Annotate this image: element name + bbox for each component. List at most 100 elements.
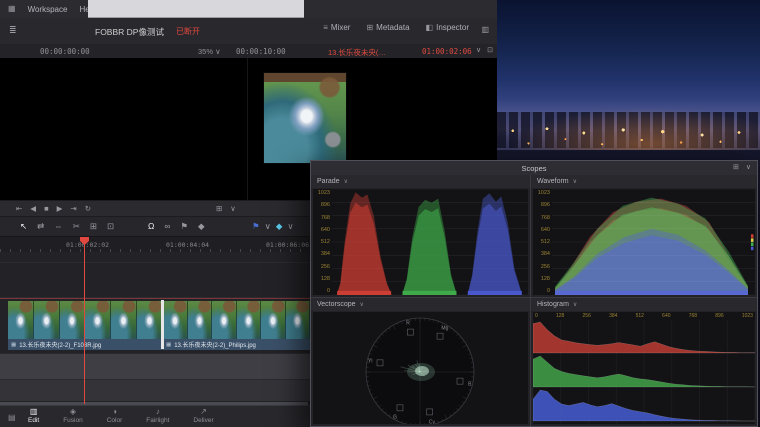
tab-fusion[interactable]: ◈ Fusion: [63, 407, 83, 425]
level-label: 768: [320, 214, 330, 221]
flag-icon[interactable]: ⚑: [180, 222, 188, 231]
viewer-mode-icon[interactable]: ∨: [230, 205, 236, 213]
vectorscope-header[interactable]: Vectorscope ∨: [311, 298, 530, 311]
scopes-layout-icon[interactable]: ⊞: [733, 164, 739, 171]
timeline-playhead[interactable]: [84, 238, 85, 404]
viewer-expand-icon[interactable]: ⊡: [487, 47, 493, 54]
metadata-icon: ⊞: [366, 22, 374, 32]
waveform-chevron-icon[interactable]: ∨: [573, 178, 577, 185]
level-label: 128: [555, 313, 565, 319]
level-label: 640: [540, 226, 550, 233]
svg-text:Cy: Cy: [429, 420, 436, 424]
clip-thumbnail: [236, 301, 262, 339]
level-label: 384: [320, 251, 330, 258]
linked-selection-icon[interactable]: ∞: [164, 222, 170, 231]
trim-edit-tool-icon[interactable]: ⇄: [37, 222, 44, 231]
clip-name-bar: ▦ 13.长乐夜未央(2-2)_F108R.jpg: [8, 339, 163, 350]
fusion-page-label: Fusion: [63, 417, 83, 424]
play-icon[interactable]: ▶: [57, 205, 63, 213]
deliver-page-icon: ↗: [200, 407, 207, 416]
stop-icon[interactable]: ■: [44, 205, 49, 213]
level-label: 1023: [537, 190, 550, 196]
flag-color-chevron-icon[interactable]: ∨: [265, 222, 271, 231]
selection-tool-icon[interactable]: ↖: [20, 222, 27, 231]
snapping-icon[interactable]: Ω: [148, 222, 154, 231]
waveform-header[interactable]: Waveform ∨: [531, 175, 757, 188]
parade-title: Parade: [317, 178, 340, 185]
edit-point-marker[interactable]: [161, 300, 164, 349]
vectorscope-plot: RMgBCyGYl: [365, 317, 475, 424]
marker-color-icon[interactable]: ◆: [276, 222, 283, 231]
level-label: 0: [326, 288, 330, 294]
mixer-button[interactable]: ≡ Mixer: [323, 23, 350, 32]
workspace-grid-icon[interactable]: ≣: [9, 25, 17, 36]
histogram-title: Histogram: [537, 301, 569, 308]
metadata-button[interactable]: ⊞ Metadata: [366, 23, 409, 32]
histogram-header[interactable]: Histogram ∨: [531, 298, 757, 311]
menu-workspace[interactable]: Workspace: [28, 5, 68, 14]
waveform-body: 1023 896 768 640 512 384 256 128 0: [533, 189, 755, 295]
insert-clip-icon[interactable]: ⊞: [90, 222, 97, 231]
histogram-ticks: 0 128 256 384 512 640 768 896 1023: [533, 312, 755, 320]
svg-text:R: R: [406, 320, 410, 326]
level-label: 896: [320, 202, 330, 209]
level-label: 384: [609, 313, 618, 319]
mixer-icon: ≡: [323, 22, 328, 32]
color-page-icon: ◑: [112, 407, 117, 416]
timeline-clip-name[interactable]: 13.长乐夜未央(2-2)_Philips.jpg: [328, 47, 386, 58]
histogram-chevron-icon[interactable]: ∨: [573, 301, 577, 308]
page-tabs: ▥ Edit ◈ Fusion ◑ Color ♪ Fairlight ↗ Deliver: [28, 407, 214, 425]
multicam-view-icon[interactable]: ⊞: [216, 205, 222, 213]
panel-layout-icon[interactable]: ▥: [481, 25, 489, 34]
project-status-badge: 已断开: [176, 27, 200, 36]
level-label: 640: [320, 226, 330, 233]
razor-tool-icon[interactable]: ✂: [73, 222, 80, 231]
inspector-label: Inspector: [436, 23, 469, 32]
tab-fairlight[interactable]: ♪ Fairlight: [146, 407, 169, 425]
marker-icon[interactable]: ◆: [198, 222, 205, 231]
vectorscope-chevron-icon[interactable]: ∨: [360, 301, 364, 308]
clip-thumbnail: [111, 301, 138, 339]
fairlight-page-label: Fairlight: [146, 417, 170, 424]
level-label: 0: [546, 288, 550, 294]
marker-color-chevron-icon[interactable]: ∨: [287, 222, 293, 231]
source-timecode: 00:00:00:00: [40, 47, 90, 56]
media-pool-toggle-icon[interactable]: ▤: [8, 413, 16, 422]
parade-header[interactable]: Parade ∨: [311, 175, 530, 188]
app-menu-icon[interactable]: ▦: [8, 5, 16, 13]
scopes-options-icon[interactable]: ∨: [746, 164, 751, 171]
edit-modifiers: Ω ∞ ⚑ ◆: [148, 222, 205, 231]
last-frame-icon[interactable]: ⇥: [70, 205, 76, 213]
clip-thumbnail: [187, 301, 213, 339]
play-reverse-icon[interactable]: ◀: [30, 205, 36, 213]
timeline-clip[interactable]: ▦ 13.长乐夜未央(2-2)_F108R.jpg: [8, 301, 163, 350]
svg-text:G: G: [393, 415, 397, 421]
dynamic-trim-tool-icon[interactable]: ⇔: [54, 222, 63, 231]
edit-tools: ↖ ⇄ ⇔ ✂ ⊞ ⊡: [20, 222, 114, 231]
zoom-dropdown[interactable]: 35% ∨: [198, 47, 221, 56]
scopes-titlebar[interactable]: Scopes ⊞ ∨: [311, 161, 757, 175]
svg-text:Yl: Yl: [368, 359, 372, 365]
level-label: 768: [540, 214, 550, 221]
metadata-label: Metadata: [376, 23, 410, 32]
clip-name: 13.长乐夜未央(2-2)_F108R.jpg: [19, 343, 102, 349]
level-label: 1023: [317, 190, 330, 196]
flag-color-icon[interactable]: ⚑: [252, 222, 260, 231]
parade-chevron-icon[interactable]: ∨: [344, 178, 348, 185]
clip-thumbnail: [261, 301, 286, 339]
first-frame-icon[interactable]: ⇤: [16, 205, 22, 213]
clip-thumbnail: [285, 301, 311, 339]
tab-color[interactable]: ◑ Color: [107, 407, 123, 425]
ruler-label: 01:00:04:04: [166, 241, 210, 249]
level-label: 768: [688, 313, 698, 319]
histogram-body: 0 128 256 384 512 640 768 896 1023: [533, 312, 755, 424]
viewer-options-icon[interactable]: ∨: [476, 47, 481, 54]
inspector-button[interactable]: ◧ Inspector: [426, 23, 469, 32]
tab-edit[interactable]: ▥ Edit: [28, 407, 39, 425]
overwrite-clip-icon[interactable]: ⊡: [107, 222, 114, 231]
deliver-page-label: Deliver: [193, 417, 214, 424]
level-label: 256: [320, 263, 330, 270]
tab-deliver[interactable]: ↗ Deliver: [193, 407, 213, 425]
level-label: 256: [540, 263, 550, 270]
loop-icon[interactable]: ↻: [85, 205, 91, 213]
